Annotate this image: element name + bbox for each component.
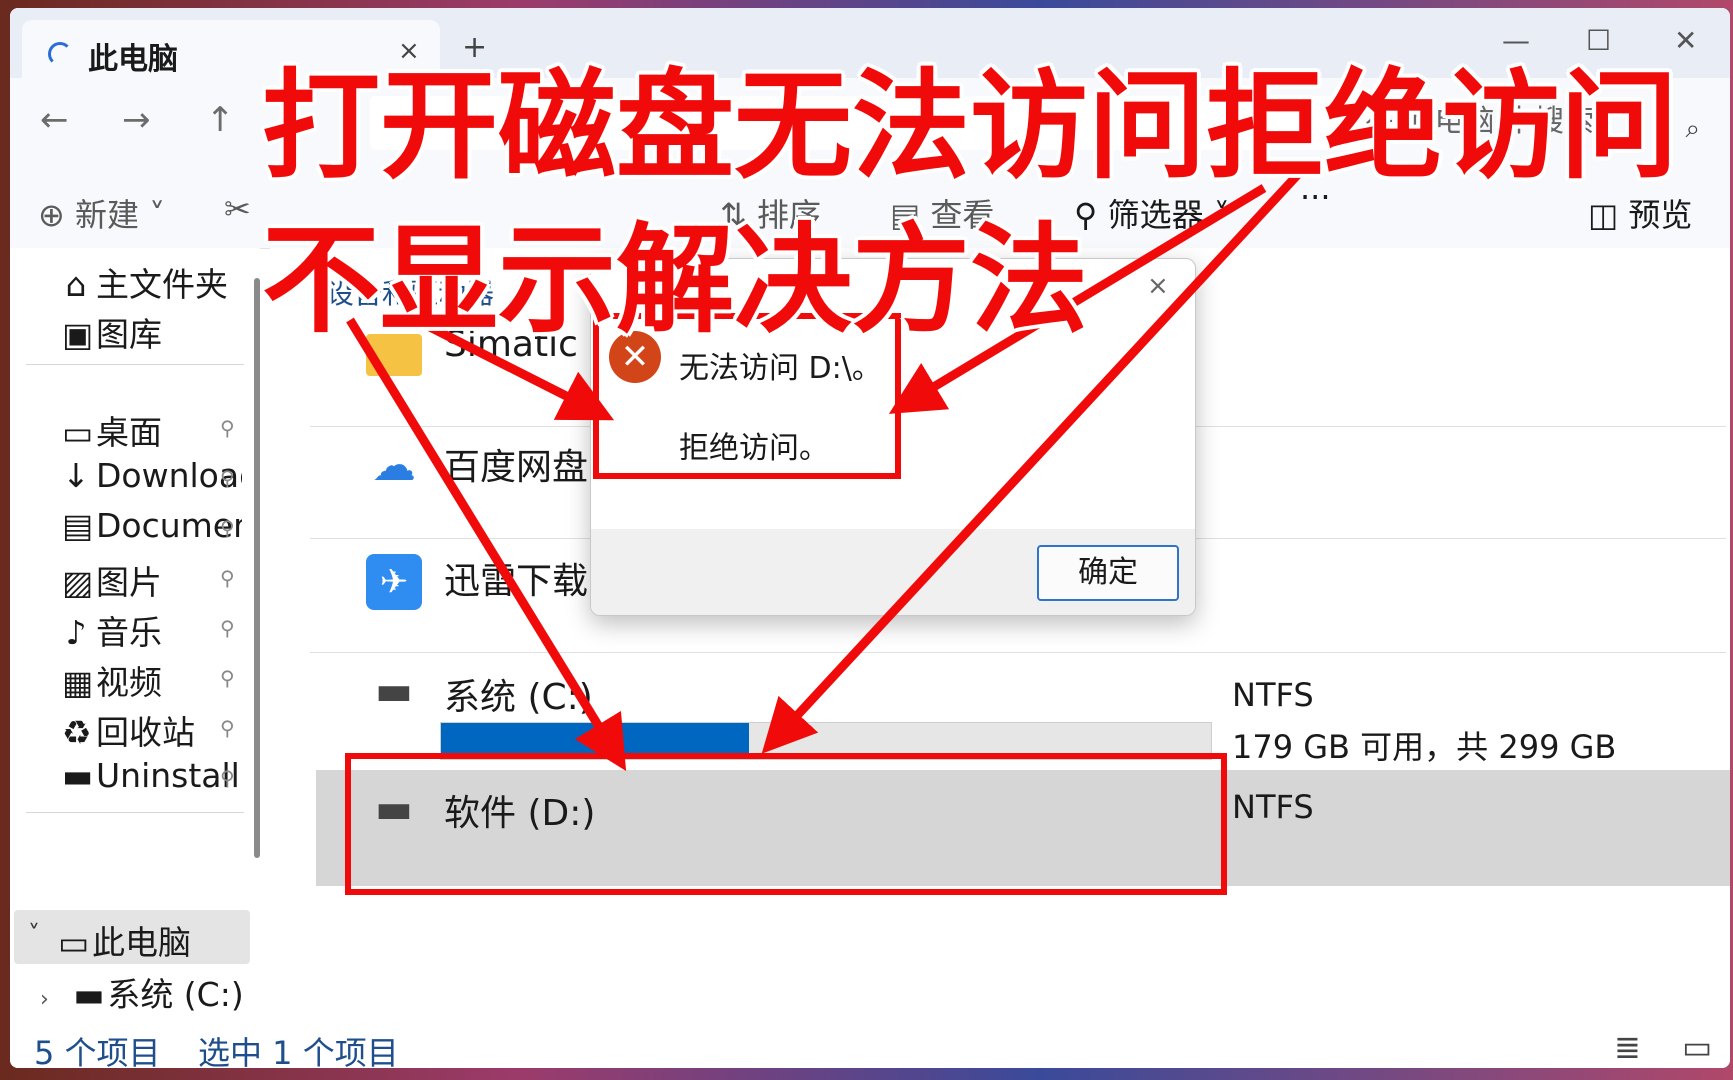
pictures-icon: ▨: [62, 563, 94, 602]
sidebar-item-home[interactable]: ⌂ 主文件夹: [62, 258, 242, 306]
filter-label: 筛选器: [1107, 196, 1204, 234]
sidebar-scrollbar[interactable]: [254, 278, 260, 858]
ok-button[interactable]: 确定: [1037, 545, 1179, 601]
pin-icon: ⚲: [220, 766, 235, 790]
dialog-footer: 确定: [591, 529, 1195, 615]
up-button[interactable]: ↑: [206, 100, 235, 140]
sidebar-divider: [26, 812, 244, 813]
forward-button[interactable]: →: [122, 100, 151, 140]
video-icon: ▦: [62, 663, 94, 702]
drive-c-icon: ▬: [375, 668, 413, 714]
row-name-drive-c[interactable]: 系统 (C:): [444, 668, 593, 720]
folder-icon: ▬: [62, 756, 94, 795]
sidebar-item-label: 图片: [96, 563, 162, 602]
headline-line-1: 打开磁盘无法访问拒绝访问: [262, 57, 1679, 195]
sidebar-item-documents[interactable]: ▤Documents: [62, 506, 242, 545]
tab-title: 此电脑: [88, 42, 178, 77]
gallery-icon: ▣: [62, 315, 94, 354]
sidebar-item-label: 主文件夹: [96, 265, 228, 304]
loading-spinner-icon: [48, 42, 72, 66]
pin-icon: ⚲: [220, 416, 235, 440]
home-icon: ⌂: [65, 265, 87, 304]
download-icon: ↓: [62, 456, 90, 495]
drive-c-space: 179 GB 可用，共 299 GB: [1232, 728, 1617, 766]
sidebar-item-label: 视频: [96, 663, 162, 702]
drive-icon: ▬: [73, 975, 105, 1014]
row-name-drive-d[interactable]: 软件 (D:): [444, 784, 595, 836]
computer-icon: ▭: [58, 923, 90, 962]
document-icon: ▤: [62, 506, 94, 545]
back-button[interactable]: ←: [40, 100, 69, 140]
pin-icon: ⚲: [220, 466, 235, 490]
pin-icon: ⚲: [220, 516, 235, 540]
sidebar-item-this-pc[interactable]: ˅ ▭此电脑: [14, 910, 250, 964]
sidebar-item-label: 桌面: [96, 413, 162, 452]
xunlei-icon: ✈: [366, 554, 422, 610]
drive-c-filesystem: NTFS: [1232, 676, 1314, 714]
desktop-icon: ▭: [62, 413, 94, 452]
row-name-xunlei[interactable]: 迅雷下载: [444, 552, 588, 604]
chevron-right-icon[interactable]: ›: [40, 987, 49, 1012]
dialog-close-button[interactable]: ×: [1147, 271, 1169, 301]
dialog-detail: 拒绝访问。: [679, 431, 829, 466]
preview-label: 预览: [1628, 196, 1693, 234]
sidebar-item-gallery[interactable]: ▣图库: [62, 308, 242, 356]
pin-icon: ⚲: [220, 716, 235, 740]
recycle-icon: ♻: [62, 713, 92, 752]
new-button[interactable]: ⊕ 新建 ˅: [38, 190, 165, 236]
sidebar-item-label: 回收站: [96, 713, 195, 752]
sidebar-item-recycle-bin[interactable]: ♻ 回收站: [62, 706, 242, 754]
sidebar-divider: [26, 364, 244, 365]
drive-c-usage-bar: [440, 722, 1212, 760]
details-view-icon[interactable]: ≣: [1614, 1028, 1641, 1066]
sidebar-item-music[interactable]: ♪ 音乐: [62, 606, 242, 654]
search-icon[interactable]: ⌕: [1685, 114, 1700, 145]
cut-icon[interactable]: ✂: [224, 190, 251, 228]
headline-line-2: 不显示解决方法: [262, 211, 1089, 349]
sidebar-item-downloads[interactable]: ↓Downloads: [62, 456, 242, 495]
selected-count: 选中 1 个项目: [198, 1034, 399, 1068]
tiles-view-icon[interactable]: ▭: [1682, 1028, 1712, 1066]
sidebar-item-label: Uninstall: [96, 756, 240, 795]
sidebar-item-c-drive[interactable]: › ▬系统 (C:): [40, 968, 244, 1016]
chevron-down-icon[interactable]: ˅: [28, 920, 40, 948]
sidebar-item-uninstall[interactable]: ▬Uninstall: [62, 756, 242, 795]
sidebar-item-pictures[interactable]: ▨图片: [62, 556, 242, 604]
sidebar-item-label: ▭此电脑: [58, 923, 191, 962]
sidebar-item-desktop[interactable]: ▭桌面: [62, 406, 242, 454]
new-label: 新建: [74, 196, 139, 234]
sidebar-item-label: 图库: [96, 315, 162, 354]
drive-d-icon: ▬: [375, 786, 413, 832]
status-bar: 5 个项目 选中 1 个项目 ≣ ▭: [10, 1028, 1730, 1068]
pin-icon: ⚲: [220, 566, 235, 590]
drive-d-filesystem: NTFS: [1232, 788, 1314, 826]
drive-c-usage-fill: [441, 723, 749, 759]
sidebar-item-videos[interactable]: ▦视频: [62, 656, 242, 704]
row-divider: [310, 652, 1726, 653]
pin-icon: ⚲: [220, 666, 235, 690]
sidebar-item-label: 系统 (C:): [107, 975, 244, 1014]
music-icon: ♪: [65, 613, 87, 652]
sidebar-item-label: 音乐: [96, 613, 162, 652]
pin-icon: ⚲: [220, 616, 235, 640]
baidu-netdisk-icon: ☁: [372, 440, 416, 491]
row-name-baidu[interactable]: 百度网盘: [444, 438, 588, 490]
item-count: 5 个项目: [34, 1034, 161, 1068]
